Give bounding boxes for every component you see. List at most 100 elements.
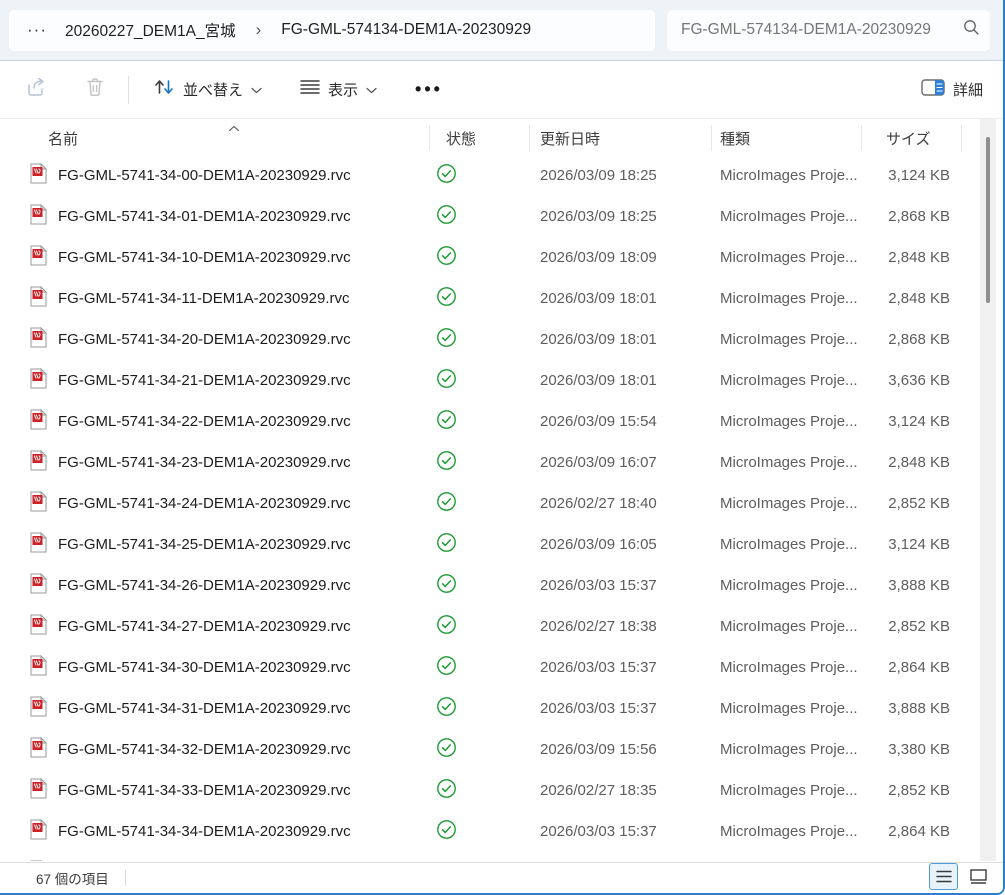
- synced-check-icon[interactable]: [436, 245, 457, 271]
- file-row[interactable]: FG-GML-5741-34-33-DEM1A-20230929.rvc 202…: [0, 770, 983, 811]
- file-name: FG-GML-5741-34-23-DEM1A-20230929.rvc: [58, 454, 351, 471]
- synced-check-icon[interactable]: [436, 778, 457, 804]
- share-button[interactable]: [18, 71, 56, 108]
- synced-check-icon[interactable]: [436, 655, 457, 681]
- synced-check-icon[interactable]: [436, 737, 457, 763]
- file-name: FG-GML-5741-34-27-DEM1A-20230929.rvc: [58, 618, 351, 635]
- breadcrumb-parent-folder[interactable]: 20260227_DEM1A_宮城: [65, 19, 236, 41]
- synced-check-icon[interactable]: [436, 204, 457, 230]
- file-row[interactable]: FG-GML-5741-34-31-DEM1A-20230929.rvc 202…: [0, 688, 983, 729]
- file-name: FG-GML-5741-34-26-DEM1A-20230929.rvc: [58, 577, 351, 594]
- search-icon[interactable]: [963, 19, 980, 41]
- rvc-file-icon: [30, 614, 47, 639]
- file-name: FG-GML-5741-34-21-DEM1A-20230929.rvc: [58, 372, 351, 389]
- file-type: MicroImages Proje...: [712, 823, 862, 840]
- details-view-toggle[interactable]: [929, 863, 958, 890]
- file-date-modified: 2026/03/09 18:09: [530, 249, 712, 266]
- file-row[interactable]: FG-GML-5741-34-30-DEM1A-20230929.rvc 202…: [0, 647, 983, 688]
- file-type: MicroImages Proje...: [712, 290, 862, 307]
- delete-button[interactable]: [78, 71, 112, 108]
- file-type: MicroImages Proje...: [712, 659, 862, 676]
- search-input[interactable]: FG-GML-574134-DEM1A-20230929: [666, 9, 991, 52]
- file-name: FG-GML-5741-34-30-DEM1A-20230929.rvc: [58, 659, 351, 676]
- column-header-date[interactable]: 更新日時: [530, 125, 712, 151]
- vertical-scrollbar[interactable]: [980, 119, 996, 861]
- column-header-size[interactable]: サイズ: [862, 125, 962, 151]
- file-name: FG-GML-5741-34-33-DEM1A-20230929.rvc: [58, 782, 351, 799]
- file-row[interactable]: FG-GML-5741-34-32-DEM1A-20230929.rvc 202…: [0, 729, 983, 770]
- trash-icon: [86, 77, 104, 102]
- synced-check-icon[interactable]: [436, 573, 457, 599]
- file-row[interactable]: FG-GML-5741-34-11-DEM1A-20230929.rvc 202…: [0, 278, 983, 319]
- file-name: FG-GML-5741-34-22-DEM1A-20230929.rvc: [58, 413, 351, 430]
- file-row[interactable]: FG-GML-5741-34-24-DEM1A-20230929.rvc 202…: [0, 483, 983, 524]
- sort-button[interactable]: 並べ替え: [145, 71, 270, 108]
- file-size: 3,124 KB: [862, 413, 962, 430]
- file-name: FG-GML-5741-34-10-DEM1A-20230929.rvc: [58, 249, 351, 266]
- breadcrumb-current-folder[interactable]: FG-GML-574134-DEM1A-20230929: [281, 21, 531, 39]
- file-row-partial[interactable]: [0, 852, 983, 861]
- rvc-file-icon: [30, 409, 47, 434]
- view-button[interactable]: 表示: [292, 73, 385, 106]
- file-name: FG-GML-5741-34-25-DEM1A-20230929.rvc: [58, 536, 351, 553]
- synced-check-icon[interactable]: [436, 532, 457, 558]
- rvc-file-icon: [30, 450, 47, 475]
- column-header-state[interactable]: 状態: [430, 125, 530, 151]
- file-type: MicroImages Proje...: [712, 495, 862, 512]
- file-date-modified: 2026/03/09 15:54: [530, 413, 712, 430]
- synced-check-icon[interactable]: [436, 450, 457, 476]
- file-name: FG-GML-5741-34-34-DEM1A-20230929.rvc: [58, 823, 351, 840]
- rvc-file-icon: [30, 696, 47, 721]
- file-date-modified: 2026/03/09 16:07: [530, 454, 712, 471]
- file-row[interactable]: FG-GML-5741-34-10-DEM1A-20230929.rvc 202…: [0, 237, 983, 278]
- view-toggle-group: [929, 863, 993, 890]
- thumbnail-view-toggle[interactable]: [964, 863, 993, 890]
- synced-check-icon[interactable]: [436, 286, 457, 312]
- rvc-file-icon: [30, 327, 47, 352]
- column-header-type[interactable]: 種類: [712, 125, 862, 151]
- file-name: FG-GML-5741-34-00-DEM1A-20230929.rvc: [58, 167, 351, 184]
- file-row[interactable]: FG-GML-5741-34-27-DEM1A-20230929.rvc 202…: [0, 606, 983, 647]
- file-row[interactable]: FG-GML-5741-34-25-DEM1A-20230929.rvc 202…: [0, 524, 983, 565]
- file-type: MicroImages Proje...: [712, 208, 862, 225]
- synced-check-icon[interactable]: [436, 696, 457, 722]
- file-row[interactable]: FG-GML-5741-34-23-DEM1A-20230929.rvc 202…: [0, 442, 983, 483]
- file-name: FG-GML-5741-34-31-DEM1A-20230929.rvc: [58, 700, 351, 717]
- synced-check-icon[interactable]: [436, 614, 457, 640]
- view-list-icon: [300, 79, 320, 100]
- file-type: MicroImages Proje...: [712, 331, 862, 348]
- file-row[interactable]: FG-GML-5741-34-00-DEM1A-20230929.rvc 202…: [0, 155, 983, 196]
- file-row[interactable]: FG-GML-5741-34-22-DEM1A-20230929.rvc 202…: [0, 401, 983, 442]
- search-value: FG-GML-574134-DEM1A-20230929: [681, 21, 957, 39]
- file-size: 2,864 KB: [862, 823, 962, 840]
- address-bar[interactable]: ··· 20260227_DEM1A_宮城 › FG-GML-574134-DE…: [8, 9, 656, 52]
- rvc-file-icon: [30, 737, 47, 762]
- rvc-file-icon: [30, 286, 47, 311]
- sort-ascending-icon: [228, 119, 240, 136]
- file-size: 3,888 KB: [862, 577, 962, 594]
- toolbar-divider: [128, 76, 129, 104]
- details-pane-button[interactable]: 詳細: [921, 79, 983, 101]
- file-row[interactable]: FG-GML-5741-34-21-DEM1A-20230929.rvc 202…: [0, 360, 983, 401]
- synced-check-icon[interactable]: [436, 327, 457, 353]
- file-size: 3,124 KB: [862, 167, 962, 184]
- file-type: MicroImages Proje...: [712, 782, 862, 799]
- scrollbar-thumb[interactable]: [986, 137, 990, 303]
- synced-check-icon[interactable]: [436, 819, 457, 845]
- synced-check-icon[interactable]: [436, 163, 457, 189]
- file-row[interactable]: FG-GML-5741-34-20-DEM1A-20230929.rvc 202…: [0, 319, 983, 360]
- file-date-modified: 2026/03/09 18:01: [530, 290, 712, 307]
- rvc-file-icon: [30, 819, 47, 844]
- synced-check-icon[interactable]: [436, 368, 457, 394]
- file-row[interactable]: FG-GML-5741-34-01-DEM1A-20230929.rvc 202…: [0, 196, 983, 237]
- file-row[interactable]: FG-GML-5741-34-34-DEM1A-20230929.rvc 202…: [0, 811, 983, 852]
- synced-check-icon[interactable]: [436, 491, 457, 517]
- file-row[interactable]: FG-GML-5741-34-26-DEM1A-20230929.rvc 202…: [0, 565, 983, 606]
- more-options-button[interactable]: •••: [407, 73, 451, 106]
- file-date-modified: 2026/03/03 15:37: [530, 700, 712, 717]
- command-toolbar: 並べ替え 表示 ••• 詳細: [0, 61, 1003, 119]
- synced-check-icon[interactable]: [436, 409, 457, 435]
- file-size: 2,848 KB: [862, 454, 962, 471]
- breadcrumb-overflow-button[interactable]: ···: [23, 20, 51, 40]
- column-header-name[interactable]: 名前: [0, 125, 430, 151]
